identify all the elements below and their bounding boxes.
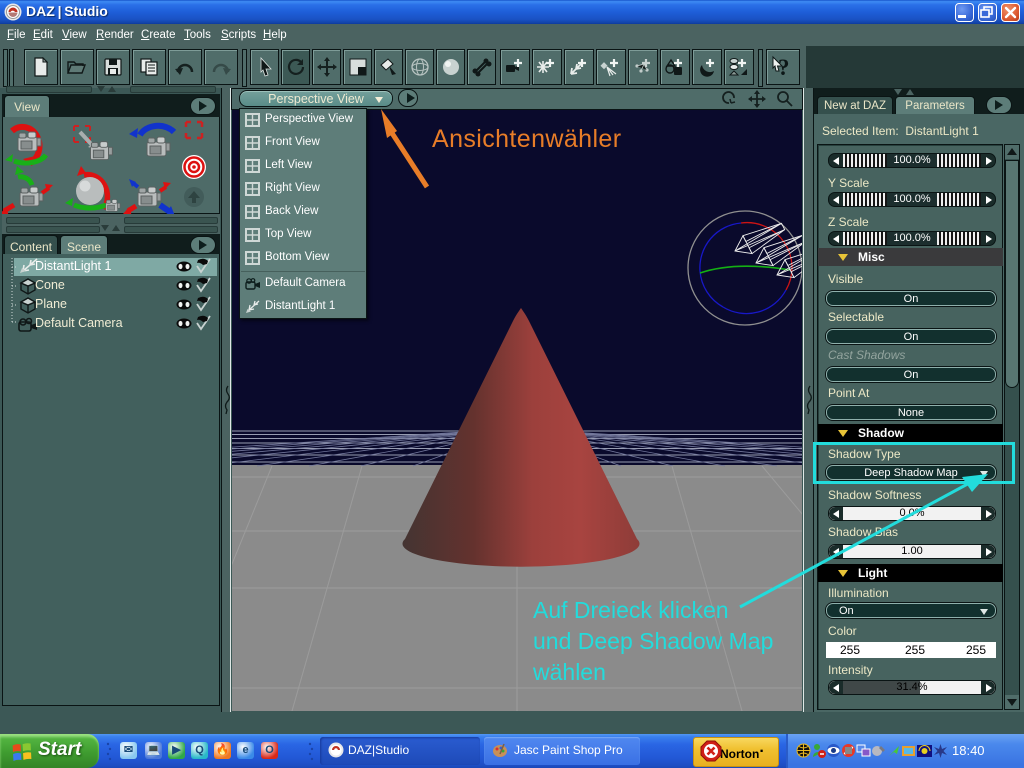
svg-text:?: ? <box>778 55 790 79</box>
